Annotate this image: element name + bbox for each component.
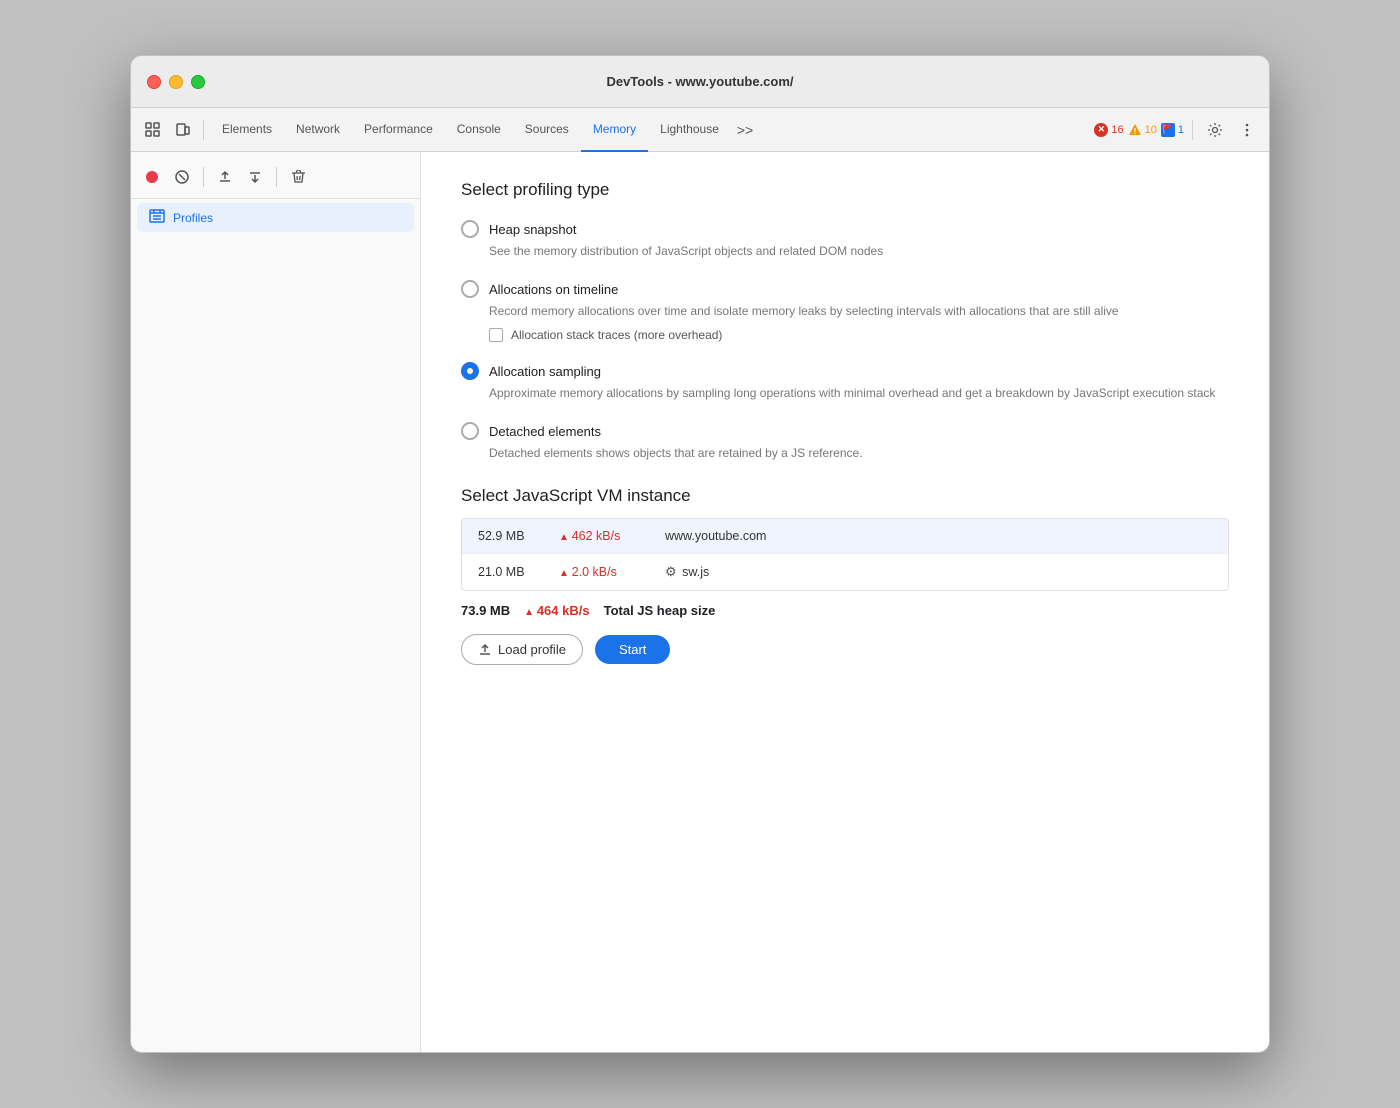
inspect-element-btn[interactable] <box>139 116 167 144</box>
option-detached: Detached elements Detached elements show… <box>461 422 1229 462</box>
detached-radio-row[interactable]: Detached elements <box>461 422 1229 440</box>
detached-label: Detached elements <box>489 424 601 439</box>
summary-rate: 464 kB/s <box>524 603 589 618</box>
action-row: Load profile Start <box>461 634 1229 665</box>
minimize-button[interactable] <box>169 75 183 89</box>
sampling-radio-row[interactable]: Allocation sampling <box>461 362 1229 380</box>
timeline-radio-row[interactable]: Allocations on timeline <box>461 280 1229 298</box>
detached-desc: Detached elements shows objects that are… <box>489 444 1229 462</box>
tab-elements[interactable]: Elements <box>210 108 284 152</box>
vm-section-title: Select JavaScript VM instance <box>461 486 1229 506</box>
summary-label: Total JS heap size <box>604 603 716 618</box>
warn-icon: ! <box>1128 123 1142 137</box>
tab-memory[interactable]: Memory <box>581 108 648 152</box>
device-toolbar-btn[interactable] <box>169 116 197 144</box>
sidebar-item-profiles[interactable]: Profiles <box>137 203 414 232</box>
load-profile-button[interactable]: Load profile <box>461 634 583 665</box>
option-heap: Heap snapshot See the memory distributio… <box>461 220 1229 260</box>
settings-btn[interactable] <box>1201 116 1229 144</box>
load-profile-label: Load profile <box>498 642 566 657</box>
vm-table: 52.9 MB 462 kB/s www.youtube.com 21.0 MB… <box>461 518 1229 591</box>
titlebar: DevTools - www.youtube.com/ <box>131 56 1269 108</box>
error-icon: ✕ <box>1094 123 1108 137</box>
more-tabs-btn[interactable]: >> <box>731 116 759 144</box>
main-layout: Profiles Select profiling type Heap snap… <box>131 152 1269 1052</box>
start-button[interactable]: Start <box>595 635 670 664</box>
warn-count: 10 <box>1145 124 1157 136</box>
devtools-navbar: Elements Network Performance Console Sou… <box>131 108 1269 152</box>
upload-btn[interactable] <box>212 164 238 190</box>
error-count: 16 <box>1111 124 1123 136</box>
nav-right-badges: ✕ 16 ! 10 🚩 1 <box>1094 116 1261 144</box>
sidebar-sep-1 <box>203 167 204 187</box>
svg-text:!: ! <box>1133 127 1136 136</box>
profiling-section-title: Select profiling type <box>461 180 1229 200</box>
option-timeline: Allocations on timeline Record memory al… <box>461 280 1229 342</box>
tab-lighthouse[interactable]: Lighthouse <box>648 108 731 152</box>
vm-size-1: 21.0 MB <box>478 565 543 579</box>
timeline-radio[interactable] <box>461 280 479 298</box>
vm-name-1: ⚙ sw.js <box>665 564 709 580</box>
sampling-radio[interactable] <box>461 362 479 380</box>
sidebar-sep-2 <box>276 167 277 187</box>
vm-rate-1: 2.0 kB/s <box>559 565 649 579</box>
sampling-label: Allocation sampling <box>489 364 601 379</box>
allocation-stack-row: Allocation stack traces (more overhead) <box>489 328 1229 342</box>
download-btn[interactable] <box>242 164 268 190</box>
vm-row-sw[interactable]: 21.0 MB 2.0 kB/s ⚙ sw.js <box>462 554 1228 590</box>
more-options-btn[interactable] <box>1233 116 1261 144</box>
start-label: Start <box>619 642 646 657</box>
vm-icon-gear: ⚙ <box>665 564 677 579</box>
detached-radio[interactable] <box>461 422 479 440</box>
nav-tabs: Elements Network Performance Console Sou… <box>210 108 1092 152</box>
info-icon: 🚩 <box>1161 123 1175 137</box>
summary-size: 73.9 MB <box>461 603 510 618</box>
profiles-icon <box>149 209 165 226</box>
tab-console[interactable]: Console <box>445 108 513 152</box>
nav-sep-2 <box>1192 120 1193 140</box>
tab-network[interactable]: Network <box>284 108 352 152</box>
info-badge[interactable]: 🚩 1 <box>1161 123 1184 137</box>
vm-name-0: www.youtube.com <box>665 529 766 543</box>
window-title: DevTools - www.youtube.com/ <box>147 74 1253 89</box>
heap-radio-row[interactable]: Heap snapshot <box>461 220 1229 238</box>
sidebar-profiles-label: Profiles <box>173 211 213 225</box>
upload-icon <box>478 643 492 657</box>
info-count: 1 <box>1178 124 1184 136</box>
sidebar-toolbar <box>131 160 420 199</box>
timeline-desc: Record memory allocations over time and … <box>489 302 1229 320</box>
vm-rate-0: 462 kB/s <box>559 529 649 543</box>
traffic-lights <box>147 75 205 89</box>
tab-performance[interactable]: Performance <box>352 108 445 152</box>
heap-desc: See the memory distribution of JavaScrip… <box>489 242 1229 260</box>
stop-btn[interactable] <box>169 164 195 190</box>
warn-badge[interactable]: ! 10 <box>1128 123 1157 137</box>
option-sampling: Allocation sampling Approximate memory a… <box>461 362 1229 402</box>
timeline-label: Allocations on timeline <box>489 282 618 297</box>
sampling-desc: Approximate memory allocations by sampli… <box>489 384 1229 402</box>
record-btn[interactable] <box>139 164 165 190</box>
allocation-stack-checkbox[interactable] <box>489 328 503 342</box>
clear-btn[interactable] <box>285 164 311 190</box>
error-badge[interactable]: ✕ 16 <box>1094 123 1123 137</box>
devtools-window: DevTools - www.youtube.com/ Elements Net… <box>130 55 1270 1053</box>
nav-sep-1 <box>203 120 204 140</box>
allocation-stack-label: Allocation stack traces (more overhead) <box>511 328 722 342</box>
maximize-button[interactable] <box>191 75 205 89</box>
heap-radio[interactable] <box>461 220 479 238</box>
tab-sources[interactable]: Sources <box>513 108 581 152</box>
vm-row-youtube[interactable]: 52.9 MB 462 kB/s www.youtube.com <box>462 519 1228 554</box>
vm-size-0: 52.9 MB <box>478 529 543 543</box>
content-area: Select profiling type Heap snapshot See … <box>421 152 1269 1052</box>
heap-label: Heap snapshot <box>489 222 576 237</box>
sidebar: Profiles <box>131 152 421 1052</box>
summary-row: 73.9 MB 464 kB/s Total JS heap size <box>461 591 1229 622</box>
close-button[interactable] <box>147 75 161 89</box>
